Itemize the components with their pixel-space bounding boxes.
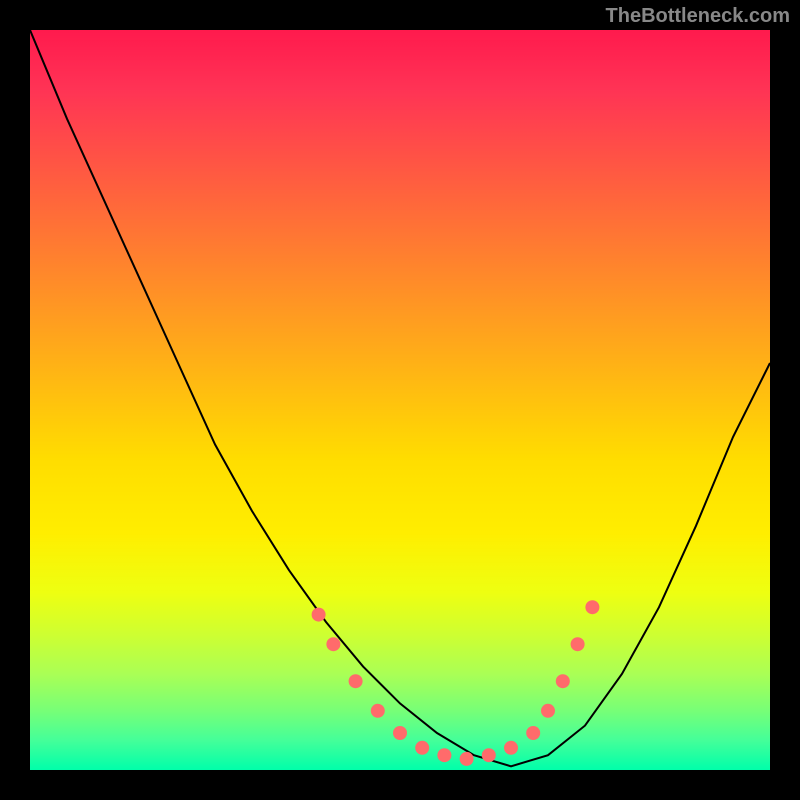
data-marker <box>541 704 555 718</box>
data-marker <box>482 748 496 762</box>
data-marker <box>585 600 599 614</box>
data-marker <box>415 741 429 755</box>
data-marker <box>437 748 451 762</box>
data-marker <box>393 726 407 740</box>
data-marker <box>312 608 326 622</box>
data-marker <box>349 674 363 688</box>
data-marker <box>556 674 570 688</box>
chart-svg <box>30 30 770 770</box>
data-markers <box>312 600 600 766</box>
watermark-text: TheBottleneck.com <box>606 5 790 28</box>
data-marker <box>326 637 340 651</box>
data-marker <box>460 752 474 766</box>
bottleneck-curve <box>30 30 770 766</box>
data-marker <box>526 726 540 740</box>
chart-plot-area <box>30 30 770 770</box>
data-marker <box>371 704 385 718</box>
data-marker <box>571 637 585 651</box>
data-marker <box>504 741 518 755</box>
